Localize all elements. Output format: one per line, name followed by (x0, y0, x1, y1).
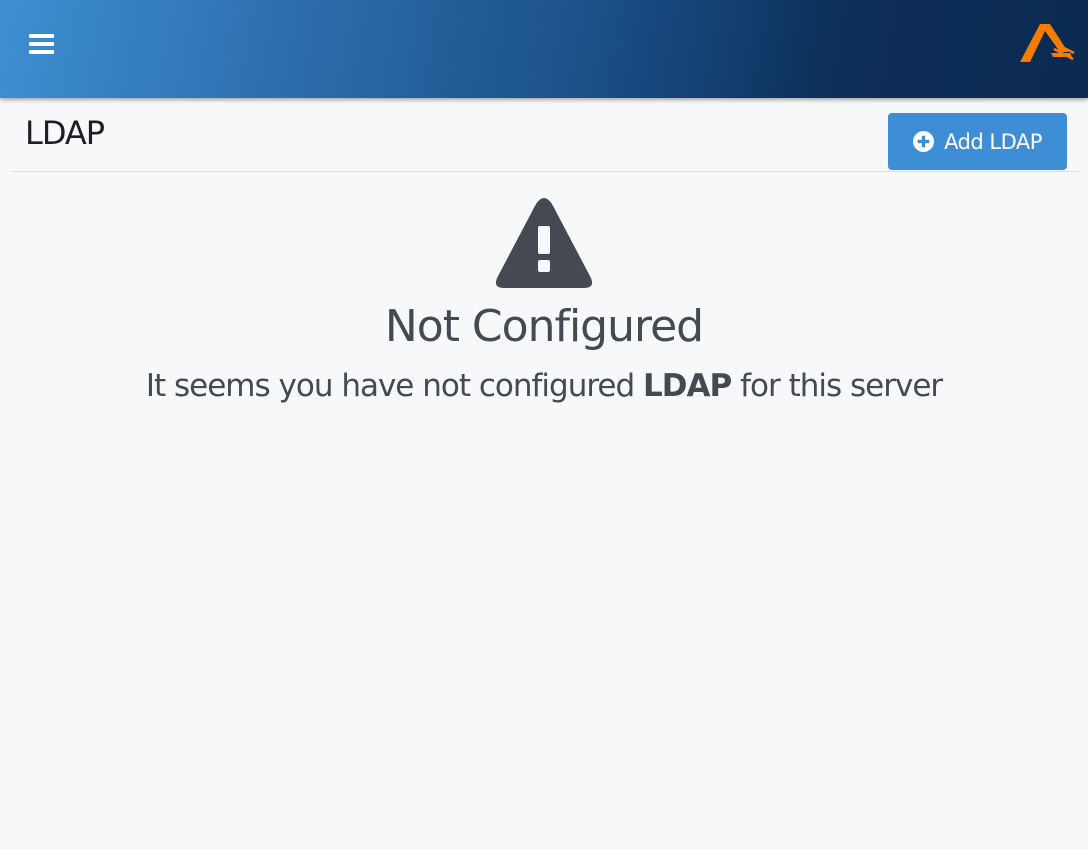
add-ldap-button[interactable]: Add LDAP (888, 113, 1067, 170)
plus-circle-icon (913, 131, 935, 152)
page-title: LDAP (25, 114, 105, 152)
empty-state-message-prefix: It seems you have not configured (145, 368, 644, 404)
add-ldap-button-label: Add LDAP (944, 129, 1042, 154)
empty-state-message-highlight: LDAP (643, 368, 732, 404)
warning-triangle-icon (495, 198, 593, 288)
empty-state-message: It seems you have not configured LDAP fo… (0, 366, 1088, 406)
empty-state-title: Not Configured (384, 301, 704, 352)
empty-state: Not Configured It seems you have not con… (0, 196, 1088, 406)
hamburger-menu-icon[interactable] (29, 34, 54, 56)
brand-logo-icon[interactable] (1018, 22, 1076, 64)
top-navbar (0, 0, 1088, 98)
empty-state-message-suffix: for this server (731, 368, 943, 404)
page-header: LDAP Add LDAP (12, 104, 1079, 172)
